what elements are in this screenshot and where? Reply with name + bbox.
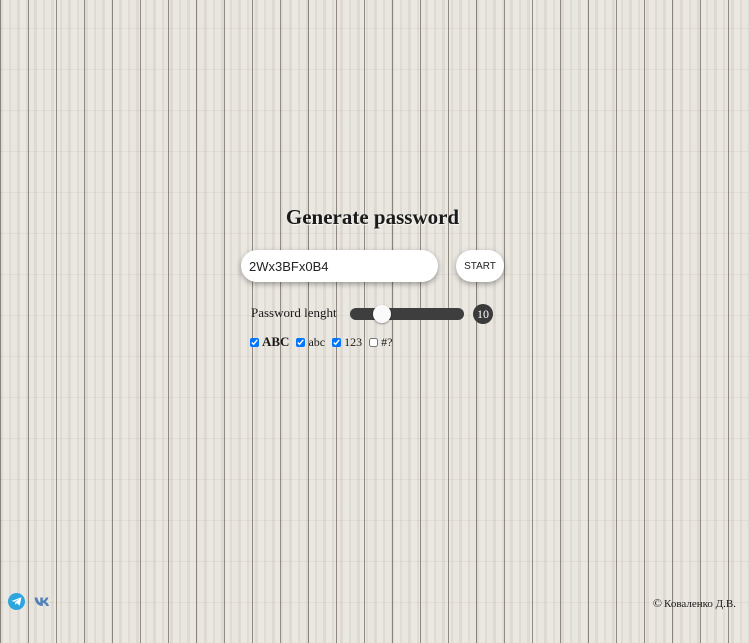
password-length-label: Password lenght bbox=[251, 305, 337, 320]
password-output-field[interactable] bbox=[241, 250, 438, 282]
lowercase-checkbox[interactable] bbox=[296, 337, 306, 347]
option-lowercase[interactable]: abc bbox=[296, 335, 325, 350]
password-length-slider[interactable] bbox=[350, 305, 464, 323]
copyright-footer: © Коваленко Д.В. bbox=[653, 596, 736, 611]
option-digits[interactable]: 123 bbox=[332, 335, 362, 350]
telegram-icon[interactable] bbox=[8, 593, 25, 610]
start-button[interactable]: START bbox=[456, 250, 504, 282]
password-length-value: 10 bbox=[473, 304, 493, 324]
symbols-label: #? bbox=[381, 334, 393, 349]
uppercase-label: ABC bbox=[262, 334, 290, 349]
author-name: Коваленко Д.В. bbox=[664, 597, 736, 610]
option-symbols[interactable]: #? bbox=[369, 335, 392, 350]
copyright-icon: © bbox=[652, 596, 663, 610]
lowercase-label: abc bbox=[308, 334, 326, 349]
password-length-row: Password lenght 10 bbox=[251, 304, 511, 324]
social-links bbox=[8, 593, 52, 610]
digits-label: 123 bbox=[344, 334, 363, 349]
vk-icon[interactable] bbox=[34, 595, 52, 609]
slider-thumb[interactable] bbox=[372, 305, 391, 323]
digits-checkbox[interactable] bbox=[332, 337, 342, 347]
option-uppercase[interactable]: ABC bbox=[250, 334, 289, 350]
page-title: Generate password bbox=[285, 205, 460, 229]
character-options: ABC abc 123 #? bbox=[250, 334, 399, 350]
symbols-checkbox[interactable] bbox=[369, 337, 379, 347]
uppercase-checkbox[interactable] bbox=[250, 337, 259, 347]
